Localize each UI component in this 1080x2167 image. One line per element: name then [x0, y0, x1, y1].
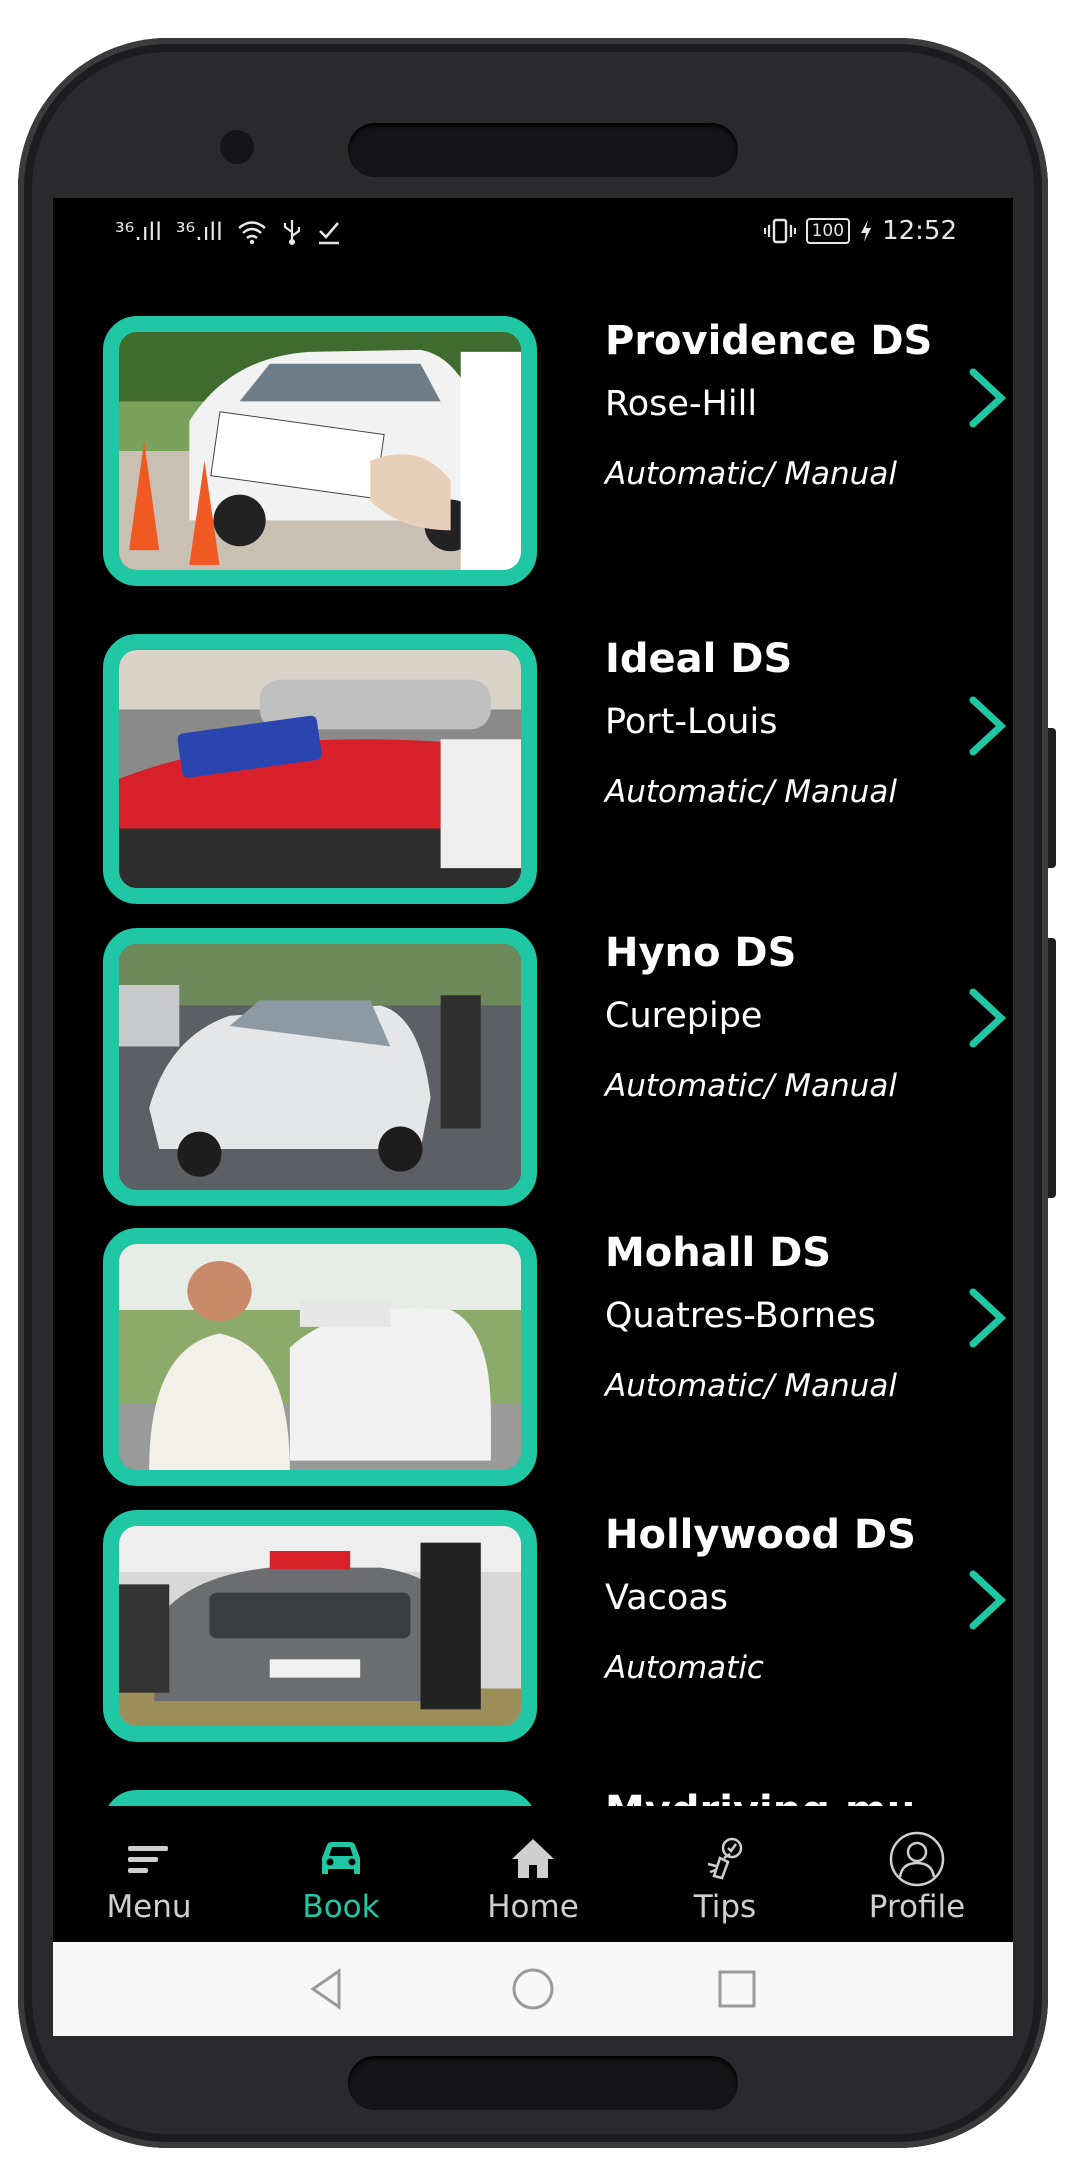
school-location: Port-Louis	[605, 702, 778, 742]
nav-tips[interactable]: Tips	[629, 1806, 821, 1942]
school-location: Curepipe	[605, 996, 763, 1036]
volume-button	[1048, 728, 1056, 868]
school-location: Vacoas	[605, 1578, 729, 1618]
school-card[interactable]: Mohall DS Quatres-Bornes Automatic/ Manu…	[103, 1228, 1007, 1498]
recents-icon[interactable]	[713, 1965, 761, 2013]
school-photo	[103, 316, 537, 586]
wifi-icon	[237, 221, 266, 245]
school-card[interactable]: Ideal DS Port-Louis Automatic/ Manual	[103, 634, 1007, 904]
earpiece-speaker	[348, 123, 738, 177]
school-transmission: Automatic/ Manual	[605, 456, 897, 492]
cell-signal-icon: ³⁶.ıll	[115, 218, 162, 246]
school-transmission: Automatic	[605, 1650, 764, 1686]
school-photo	[103, 1228, 537, 1486]
tips-icon	[707, 1837, 743, 1880]
school-transmission: Automatic/ Manual	[605, 774, 897, 810]
battery-level: 100	[805, 218, 851, 244]
nav-label: Tips	[693, 1889, 757, 1925]
bottom-speaker	[348, 2056, 738, 2110]
clock: 12:52	[882, 216, 957, 246]
nav-label: Profile	[868, 1889, 966, 1925]
front-camera	[220, 130, 254, 164]
driving-school-list[interactable]: Providence DS Rose-Hill Automatic/ Manua…	[53, 316, 1013, 1806]
chevron-right-icon[interactable]	[965, 1286, 1011, 1350]
chevron-right-icon[interactable]	[965, 1568, 1011, 1632]
system-navigation-bar	[53, 1942, 1013, 2036]
download-done-icon	[318, 222, 339, 245]
home-circle-icon[interactable]	[509, 1965, 557, 2013]
app-screen: ³⁶.ıll ³⁶.ıll 100 12:52 Providence DS Ro…	[53, 198, 1013, 2036]
profile-icon	[889, 1831, 945, 1887]
nav-label: Home	[487, 1889, 579, 1925]
nav-home[interactable]: Home	[437, 1806, 629, 1942]
power-button	[1048, 938, 1056, 1198]
cell-signal-icon: ³⁶.ıll	[175, 218, 223, 246]
nav-label: Menu	[106, 1889, 192, 1925]
nav-menu[interactable]: Menu	[53, 1806, 245, 1942]
school-card[interactable]: Hollywood DS Vacoas Automatic	[103, 1510, 1007, 1770]
back-icon[interactable]	[303, 1965, 351, 2013]
school-name: Hollywood DS	[605, 1512, 916, 1558]
school-photo	[103, 928, 537, 1206]
school-photo	[103, 1510, 537, 1742]
school-photo	[103, 634, 537, 904]
school-card[interactable]: Providence DS Rose-Hill Automatic/ Manua…	[103, 316, 1007, 586]
school-photo	[103, 1790, 537, 1806]
school-transmission: Automatic/ Manual	[605, 1368, 897, 1404]
school-transmission: Automatic/ Manual	[605, 1068, 897, 1104]
school-name: Mohall DS	[605, 1230, 832, 1276]
school-name: Mydriving.mu	[605, 1786, 935, 1806]
usb-icon	[283, 220, 300, 245]
school-name: Ideal DS	[605, 636, 793, 682]
vibrate-icon	[763, 218, 796, 244]
nav-book[interactable]: Book	[245, 1806, 437, 1942]
school-card[interactable]: Hyno DS Curepipe Automatic/ Manual	[103, 928, 1007, 1206]
school-name: Providence DS	[605, 318, 933, 364]
school-name: Hyno DS	[605, 930, 797, 976]
menu-icon	[128, 1846, 168, 1873]
chevron-right-icon[interactable]	[965, 366, 1011, 430]
school-location: Rose-Hill	[605, 384, 758, 424]
school-card[interactable]: Mydriving.mu	[103, 1788, 973, 1806]
bottom-navigation: Menu Book Home Tips Profile	[53, 1806, 1013, 1942]
chevron-right-icon[interactable]	[965, 694, 1011, 758]
nav-label: Book	[302, 1889, 380, 1925]
car-icon	[322, 1842, 360, 1874]
home-icon	[512, 1839, 554, 1878]
status-bar: ³⁶.ıll ³⁶.ıll 100 12:52	[53, 198, 1013, 268]
chevron-right-icon[interactable]	[965, 986, 1011, 1050]
nav-profile[interactable]: Profile	[821, 1806, 1013, 1942]
charging-icon	[861, 220, 872, 242]
school-location: Quatres-Bornes	[605, 1296, 876, 1336]
